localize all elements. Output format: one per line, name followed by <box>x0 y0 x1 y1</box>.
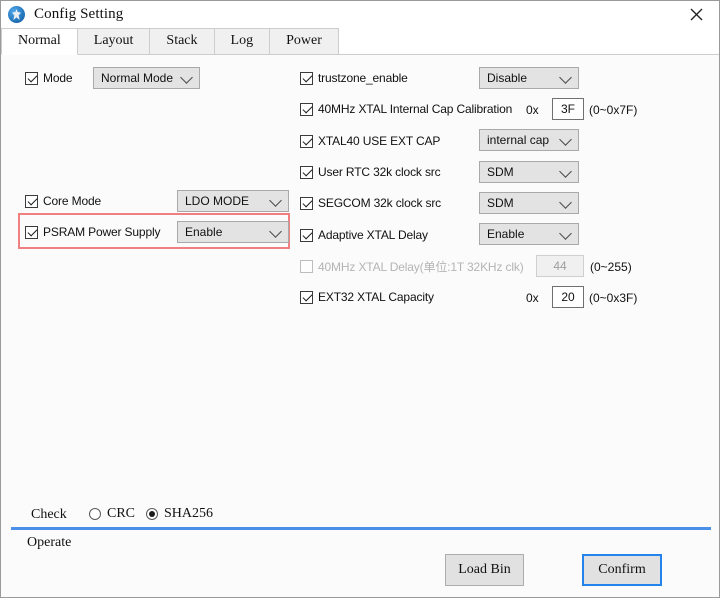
chevron-down-icon <box>269 194 282 207</box>
radio-crc[interactable]: CRC <box>89 506 135 522</box>
tab-stack[interactable]: Stack <box>149 28 215 55</box>
xtal-cap-calibration-checkbox[interactable] <box>300 102 313 116</box>
chevron-down-icon <box>180 71 193 84</box>
chevron-down-icon <box>269 225 282 238</box>
user-rtc-32k-clock-src-row: User RTC 32k clock src <box>300 161 441 183</box>
xtal40-use-ext-cap-checkbox[interactable] <box>300 134 313 148</box>
tab-normal[interactable]: Normal <box>1 28 78 55</box>
ext32-xtal-capacity-row: EXT32 XTAL Capacity <box>300 286 434 308</box>
window-title: Config Setting <box>34 6 124 22</box>
globe-icon <box>8 6 25 23</box>
segcom-32k-clock-src-dropdown[interactable]: SDM <box>479 192 579 214</box>
segcom-32k-clock-src-label: SEGCOM 32k clock src <box>318 196 442 210</box>
normal-tab-panel: Mode Normal Mode Core Mode LDO MODE PSRA… <box>1 55 719 597</box>
adaptive-xtal-delay-label: Adaptive XTAL Delay <box>318 228 428 242</box>
xtal40-use-ext-cap-dropdown[interactable]: internal cap <box>479 129 579 151</box>
radio-crc-label: CRC <box>107 506 136 521</box>
check-section: Check CRC SHA256 <box>1 495 719 537</box>
mode-dropdown-value: Normal Mode <box>101 71 174 85</box>
tab-strip: Normal Layout Stack Log Power <box>1 28 719 55</box>
segcom-32k-clock-src-checkbox[interactable] <box>300 196 313 210</box>
xtal40-use-ext-cap-dropdown-value: internal cap <box>487 133 550 147</box>
radio-sha256-indicator[interactable] <box>146 508 158 520</box>
user-rtc-32k-clock-src-checkbox[interactable] <box>300 165 313 179</box>
chevron-down-icon <box>559 227 572 240</box>
xtal-delay-checkbox[interactable] <box>300 259 313 273</box>
core-mode-row: Core Mode <box>25 190 101 212</box>
xtal40-use-ext-cap-label: XTAL40 USE EXT CAP <box>318 134 441 148</box>
section-divider <box>11 527 711 530</box>
psram-power-supply-checkbox[interactable] <box>25 225 38 239</box>
xtal-delay-range: (0~255) <box>590 260 632 274</box>
ext32-xtal-capacity-prefix: 0x <box>526 291 539 305</box>
xtal40-use-ext-cap-row: XTAL40 USE EXT CAP <box>300 130 440 152</box>
psram-power-supply-dropdown-value: Enable <box>185 225 223 239</box>
chevron-down-icon <box>559 133 572 146</box>
trustzone-enable-dropdown-value: Disable <box>487 71 528 85</box>
radio-crc-indicator[interactable] <box>89 508 101 520</box>
close-icon[interactable] <box>674 1 719 28</box>
psram-power-supply-row: PSRAM Power Supply <box>25 221 161 243</box>
chevron-down-icon <box>559 71 572 84</box>
adaptive-xtal-delay-checkbox[interactable] <box>300 228 313 242</box>
ext32-xtal-capacity-range: (0~0x3F) <box>589 291 638 305</box>
radio-sha256[interactable]: SHA256 <box>146 506 213 522</box>
adaptive-xtal-delay-row: Adaptive XTAL Delay <box>300 224 428 246</box>
adaptive-xtal-delay-dropdown[interactable]: Enable <box>479 223 579 245</box>
radio-sha256-label: SHA256 <box>164 506 214 521</box>
mode-label: Mode <box>43 71 73 85</box>
ext32-xtal-capacity-input[interactable]: 20 <box>552 286 584 308</box>
segcom-32k-clock-src-row: SEGCOM 32k clock src <box>300 192 441 214</box>
mode-dropdown[interactable]: Normal Mode <box>93 67 200 89</box>
load-bin-button[interactable]: Load Bin <box>445 554 524 586</box>
xtal-cap-calibration-row: 40MHz XTAL Internal Cap Calibration <box>300 98 512 120</box>
user-rtc-32k-clock-src-dropdown-value: SDM <box>487 165 514 179</box>
xtal-cap-calibration-range: (0~0x7F) <box>589 103 638 117</box>
chevron-down-icon <box>559 165 572 178</box>
title-bar: Config Setting <box>1 1 719 28</box>
tab-log[interactable]: Log <box>213 28 271 55</box>
user-rtc-32k-clock-src-dropdown[interactable]: SDM <box>479 161 579 183</box>
core-mode-dropdown[interactable]: LDO MODE <box>177 190 289 212</box>
psram-power-supply-dropdown[interactable]: Enable <box>177 221 289 243</box>
ext32-xtal-capacity-checkbox[interactable] <box>300 290 313 304</box>
user-rtc-32k-clock-src-label: User RTC 32k clock src <box>318 165 441 179</box>
xtal-delay-row: 40MHz XTAL Delay(单位:1T 32KHz clk) <box>300 255 524 277</box>
mode-row: Mode <box>25 67 73 89</box>
core-mode-checkbox[interactable] <box>25 194 38 208</box>
chevron-down-icon <box>559 196 572 209</box>
trustzone-enable-row: trustzone_enable <box>300 67 408 89</box>
operate-label: Operate <box>27 535 72 550</box>
tab-power[interactable]: Power <box>269 28 339 55</box>
core-mode-label: Core Mode <box>43 194 102 208</box>
xtal-delay-input: 44 <box>536 255 584 277</box>
xtal-cap-calibration-label: 40MHz XTAL Internal Cap Calibration <box>318 102 513 116</box>
trustzone-enable-dropdown[interactable]: Disable <box>479 67 579 89</box>
config-setting-window: Config Setting Normal Layout Stack Log P… <box>0 0 720 598</box>
adaptive-xtal-delay-dropdown-value: Enable <box>487 227 525 241</box>
confirm-button[interactable]: Confirm <box>582 554 662 586</box>
core-mode-dropdown-value: LDO MODE <box>185 194 250 208</box>
trustzone-enable-label: trustzone_enable <box>318 71 408 85</box>
xtal-cap-calibration-input[interactable]: 3F <box>552 98 584 120</box>
segcom-32k-clock-src-dropdown-value: SDM <box>487 196 514 210</box>
trustzone-enable-checkbox[interactable] <box>300 71 313 85</box>
tab-layout[interactable]: Layout <box>76 28 151 55</box>
xtal-cap-calibration-prefix: 0x <box>526 103 539 117</box>
psram-power-supply-label: PSRAM Power Supply <box>43 225 161 239</box>
xtal-delay-label: 40MHz XTAL Delay(单位:1T 32KHz clk) <box>318 259 524 274</box>
ext32-xtal-capacity-label: EXT32 XTAL Capacity <box>318 290 434 304</box>
check-label: Check <box>31 507 67 522</box>
mode-checkbox[interactable] <box>25 71 38 85</box>
